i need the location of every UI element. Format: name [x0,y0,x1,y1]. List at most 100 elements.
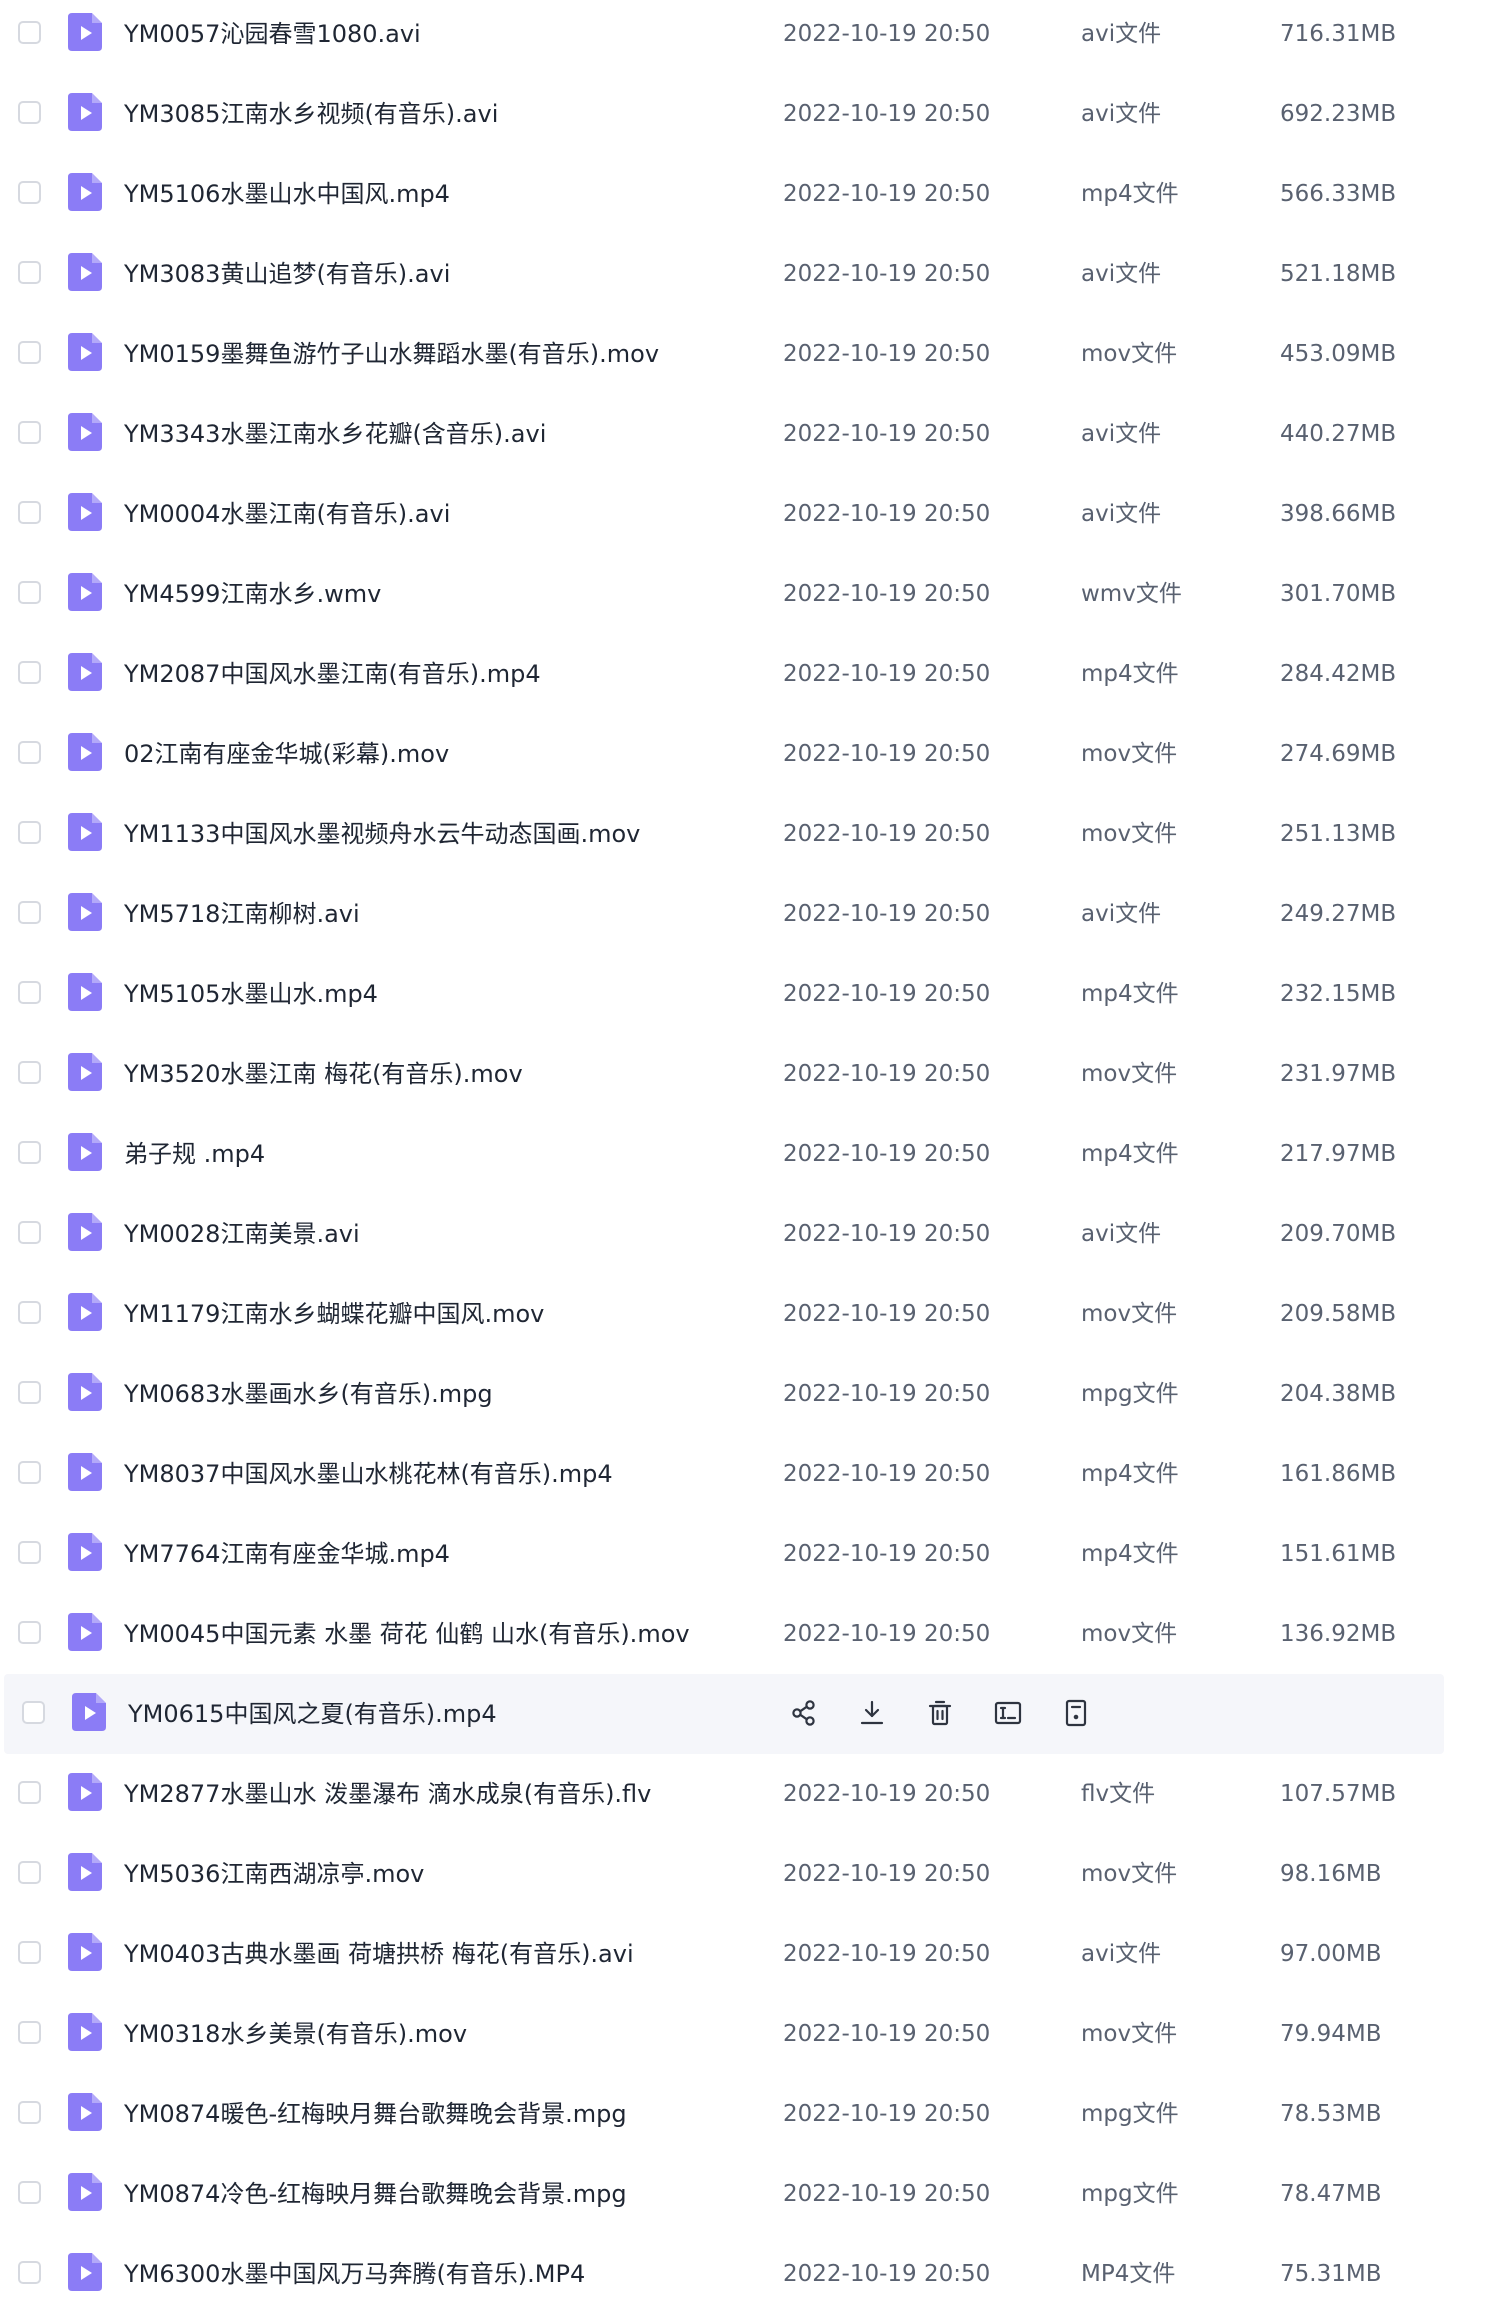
file-row[interactable]: YM0318水乡美景(有音乐).mov 2022-10-19 20:50 mov文件… [0,1994,1450,2074]
file-row[interactable]: YM5105水墨山水.mp4 2022-10-19 20:50 mp4文件 232.1… [0,954,1450,1034]
file-type: mov文件 [1081,1061,1178,1087]
row-checkbox[interactable] [18,2261,41,2284]
file-name[interactable]: YM2877水墨山水 泼墨瀑布 滴水成泉(有音乐).flv [124,1754,651,1834]
share-icon[interactable] [787,1696,821,1730]
file-size: 204.38MB [1280,1381,1397,1407]
row-checkbox[interactable] [18,821,41,844]
row-checkbox[interactable] [18,2101,41,2124]
row-checkbox[interactable] [18,1621,41,1644]
file-row[interactable]: YM1133中国风水墨视频舟水云牛动态国画.mov 2022-10-19 20:5… [0,794,1450,874]
row-checkbox[interactable] [18,1461,41,1484]
file-name[interactable]: YM5036江南西湖凉亭.mov [124,1834,424,1914]
download-icon[interactable] [855,1696,889,1730]
row-checkbox[interactable] [18,341,41,364]
file-name[interactable]: YM0159墨舞鱼游竹子山水舞蹈水墨(有音乐).mov [124,314,659,394]
row-checkbox[interactable] [18,1781,41,1804]
file-row[interactable]: YM5106水墨山水中国风.mp4 2022-10-19 20:50 mp4文件 56… [0,154,1450,234]
file-row[interactable]: 弟子规 .mp4 2022-10-19 20:50 mp4文件 217.97MB [0,1114,1450,1194]
file-name[interactable]: YM3343水墨江南水乡花瓣(含音乐).avi [124,394,546,474]
row-checkbox[interactable] [18,1941,41,1964]
file-size: 98.16MB [1280,1861,1382,1887]
file-row[interactable]: 02江南有座金华城(彩幕).mov 2022-10-19 20:50 mov文件 27… [0,714,1450,794]
file-row[interactable]: YM5718江南柳树.avi 2022-10-19 20:50 avi文件 249.2… [0,874,1450,954]
file-name[interactable]: YM6300水墨中国风万马奔腾(有音乐).MP4 [124,2234,585,2314]
file-row[interactable]: YM2087中国风水墨江南(有音乐).mp4 2022-10-19 20:50 mp… [0,634,1450,714]
file-name[interactable]: YM0683水墨画水乡(有音乐).mpg [124,1354,493,1434]
row-checkbox[interactable] [18,901,41,924]
more-icon[interactable] [1059,1696,1093,1730]
row-checkbox[interactable] [18,581,41,604]
file-row[interactable]: YM5036江南西湖凉亭.mov 2022-10-19 20:50 mov文件 98.… [0,1834,1450,1914]
file-row[interactable]: YM0159墨舞鱼游竹子山水舞蹈水墨(有音乐).mov 2022-10-19 20… [0,314,1450,394]
file-name[interactable]: YM0874冷色-红梅映月舞台歌舞晚会背景.mpg [124,2154,627,2234]
file-name[interactable]: YM3085江南水乡视频(有音乐).avi [124,74,498,154]
file-date: 2022-10-19 20:50 [783,341,991,367]
file-row[interactable]: YM0403古典水墨画 荷塘拱桥 梅花(有音乐).avi 2022-10-19 2… [0,1914,1450,1994]
file-row[interactable]: YM1179江南水乡蝴蝶花瓣中国风.mov 2022-10-19 20:50 mov… [0,1274,1450,1354]
row-checkbox[interactable] [18,181,41,204]
row-checkbox[interactable] [18,981,41,1004]
file-row[interactable]: YM3085江南水乡视频(有音乐).avi 2022-10-19 20:50 avi… [0,74,1450,154]
file-row[interactable]: YM3083黄山追梦(有音乐).avi 2022-10-19 20:50 avi文件… [0,234,1450,314]
file-name[interactable]: YM0403古典水墨画 荷塘拱桥 梅花(有音乐).avi [124,1914,634,1994]
delete-icon[interactable] [923,1696,957,1730]
row-checkbox[interactable] [18,661,41,684]
file-row[interactable]: YM0045中国元素 水墨 荷花 仙鹤 山水(有音乐).mov 2022-10-1… [0,1594,1450,1674]
row-checkbox[interactable] [18,261,41,284]
row-checkbox[interactable] [18,2021,41,2044]
file-size: 78.53MB [1280,2101,1382,2127]
video-file-icon [68,413,102,451]
file-name[interactable]: YM3520水墨江南 梅花(有音乐).mov [124,1034,523,1114]
row-checkbox[interactable] [18,101,41,124]
file-row[interactable]: YM0874冷色-红梅映月舞台歌舞晚会背景.mpg 2022-10-19 20:5… [0,2154,1450,2234]
file-row[interactable]: YM4599江南水乡.wmv 2022-10-19 20:50 wmv文件 301.7… [0,554,1450,634]
file-row[interactable]: YM0004水墨江南(有音乐).avi 2022-10-19 20:50 avi文件… [0,474,1450,554]
row-checkbox[interactable] [18,2181,41,2204]
file-row[interactable]: YM2877水墨山水 泼墨瀑布 滴水成泉(有音乐).flv 2022-10-19 … [0,1754,1450,1834]
row-checkbox[interactable] [18,1381,41,1404]
row-checkbox[interactable] [18,1061,41,1084]
file-name[interactable]: YM1133中国风水墨视频舟水云牛动态国画.mov [124,794,640,874]
row-checkbox[interactable] [18,501,41,524]
file-name[interactable]: YM5105水墨山水.mp4 [124,954,378,1034]
file-name[interactable]: YM3083黄山追梦(有音乐).avi [124,234,450,314]
row-checkbox[interactable] [18,21,41,44]
file-row[interactable]: YM0615中国风之夏(有音乐).mp4 [4,1674,1444,1754]
row-checkbox[interactable] [18,421,41,444]
row-checkbox[interactable] [18,1541,41,1564]
file-name[interactable]: 弟子规 .mp4 [124,1114,265,1194]
file-name[interactable]: YM0057沁园春雪1080.avi [124,0,421,74]
file-row[interactable]: YM0683水墨画水乡(有音乐).mpg 2022-10-19 20:50 mpg文… [0,1354,1450,1434]
rename-icon[interactable] [991,1696,1025,1730]
file-row[interactable]: YM3520水墨江南 梅花(有音乐).mov 2022-10-19 20:50 mo… [0,1034,1450,1114]
file-name[interactable]: YM8037中国风水墨山水桃花林(有音乐).mp4 [124,1434,613,1514]
file-name[interactable]: 02江南有座金华城(彩幕).mov [124,714,449,794]
row-checkbox[interactable] [18,1141,41,1164]
file-name[interactable]: YM0045中国元素 水墨 荷花 仙鹤 山水(有音乐).mov [124,1594,690,1674]
file-size: 75.31MB [1280,2261,1382,2287]
file-name[interactable]: YM0318水乡美景(有音乐).mov [124,1994,467,2074]
file-row[interactable]: YM0874暖色-红梅映月舞台歌舞晚会背景.mpg 2022-10-19 20:5… [0,2074,1450,2154]
row-checkbox[interactable] [18,1221,41,1244]
file-name[interactable]: YM5106水墨山水中国风.mp4 [124,154,450,234]
file-name[interactable]: YM0004水墨江南(有音乐).avi [124,474,450,554]
file-name[interactable]: YM7764江南有座金华城.mp4 [124,1514,450,1594]
file-name[interactable]: YM1179江南水乡蝴蝶花瓣中国风.mov [124,1274,544,1354]
file-name[interactable]: YM0615中国风之夏(有音乐).mp4 [128,1674,497,1754]
file-row[interactable]: YM7764江南有座金华城.mp4 2022-10-19 20:50 mp4文件 15… [0,1514,1450,1594]
row-checkbox[interactable] [18,1861,41,1884]
file-name[interactable]: YM0028江南美景.avi [124,1194,360,1274]
file-name[interactable]: YM4599江南水乡.wmv [124,554,381,634]
file-row[interactable]: YM3343水墨江南水乡花瓣(含音乐).avi 2022-10-19 20:50 a… [0,394,1450,474]
file-row[interactable]: YM0028江南美景.avi 2022-10-19 20:50 avi文件 209.7… [0,1194,1450,1274]
file-name[interactable]: YM0874暖色-红梅映月舞台歌舞晚会背景.mpg [124,2074,627,2154]
row-checkbox[interactable] [18,741,41,764]
row-checkbox[interactable] [22,1701,45,1724]
file-type: avi文件 [1081,421,1162,447]
file-name[interactable]: YM5718江南柳树.avi [124,874,360,954]
file-row[interactable]: YM6300水墨中国风万马奔腾(有音乐).MP4 2022-10-19 20:50… [0,2234,1450,2314]
file-name[interactable]: YM2087中国风水墨江南(有音乐).mp4 [124,634,541,714]
row-checkbox[interactable] [18,1301,41,1324]
file-row[interactable]: YM0057沁园春雪1080.avi 2022-10-19 20:50 avi文件 7… [0,0,1450,74]
file-row[interactable]: YM8037中国风水墨山水桃花林(有音乐).mp4 2022-10-19 20:5… [0,1434,1450,1514]
